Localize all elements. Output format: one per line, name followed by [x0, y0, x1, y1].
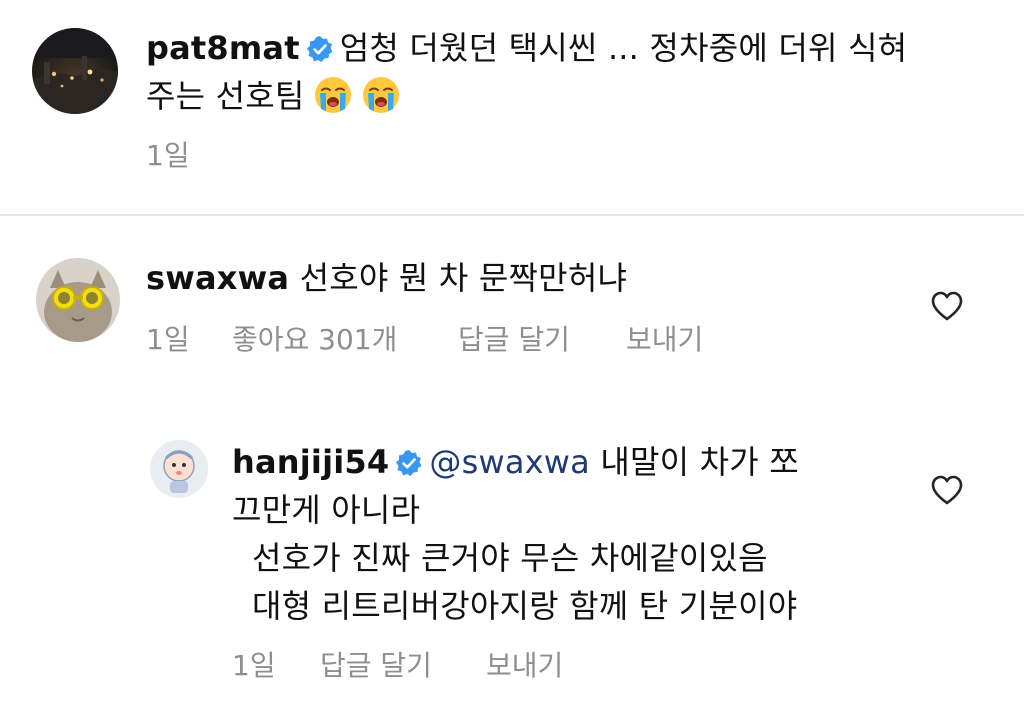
- comment-meta: 1일 답글 달기 보내기: [232, 648, 712, 684]
- verified-badge-icon: [395, 449, 423, 477]
- username[interactable]: pat8mat: [146, 29, 300, 67]
- timestamp: 1일: [146, 323, 190, 356]
- avatar[interactable]: [150, 440, 208, 498]
- username[interactable]: swaxwa: [146, 259, 289, 297]
- comment-text-line: hanjiji54 @swaxwa 내말이 차가 쪼: [232, 440, 799, 484]
- comment-text: 대형 리트리버강아지랑 함께 탄 기분이야: [252, 587, 798, 625]
- comment-text: 주는 선호팀: [146, 77, 305, 115]
- username[interactable]: hanjiji54: [232, 443, 389, 481]
- comment-text-line: 선호가 진짜 큰거야 무슨 차에같이있음: [252, 536, 768, 580]
- mention-link[interactable]: @swaxwa: [429, 443, 590, 481]
- likes-count[interactable]: 좋아요 301개: [232, 322, 397, 358]
- like-heart-icon[interactable]: [930, 290, 964, 322]
- reply-button[interactable]: 답글 달기: [458, 322, 570, 358]
- loudly-crying-face-icon: [313, 75, 353, 115]
- comment-text: 내말이 차가 쪼: [600, 443, 799, 481]
- timestamp: 1일: [232, 649, 276, 682]
- reply-button[interactable]: 답글 달기: [320, 648, 432, 684]
- comment-text: 선호가 진짜 큰거야 무슨 차에같이있음: [252, 539, 768, 577]
- comment-text-line: pat8mat 엄청 더웠던 택시씬 ... 정차중에 더위 식혀: [146, 26, 907, 70]
- comment-text: 끄만게 아니라: [232, 491, 421, 529]
- comment-meta: 1일 좋아요 301개 답글 달기 보내기: [146, 322, 866, 358]
- comment-meta: 1일: [146, 138, 346, 174]
- comment-text: 선호야 뭔 차 문짝만허냐: [299, 259, 628, 297]
- send-button[interactable]: 보내기: [626, 322, 703, 358]
- comment-text-line: swaxwa 선호야 뭔 차 문짝만허냐: [146, 256, 627, 300]
- avatar[interactable]: [32, 28, 118, 114]
- comment-text-line: 끄만게 아니라: [232, 488, 420, 532]
- comment-text-line: 주는 선호팀: [146, 74, 401, 118]
- divider: [0, 214, 1024, 216]
- comment-text: 엄청 더웠던 택시씬 ... 정차중에 더위 식혀: [339, 29, 908, 67]
- like-heart-icon[interactable]: [930, 474, 964, 506]
- timestamp: 1일: [146, 139, 190, 172]
- verified-badge-icon: [306, 35, 334, 63]
- loudly-crying-face-icon: [361, 75, 401, 115]
- send-button[interactable]: 보내기: [486, 648, 563, 684]
- avatar[interactable]: [36, 258, 120, 342]
- comment-text-line: 대형 리트리버강아지랑 함께 탄 기분이야: [252, 584, 797, 628]
